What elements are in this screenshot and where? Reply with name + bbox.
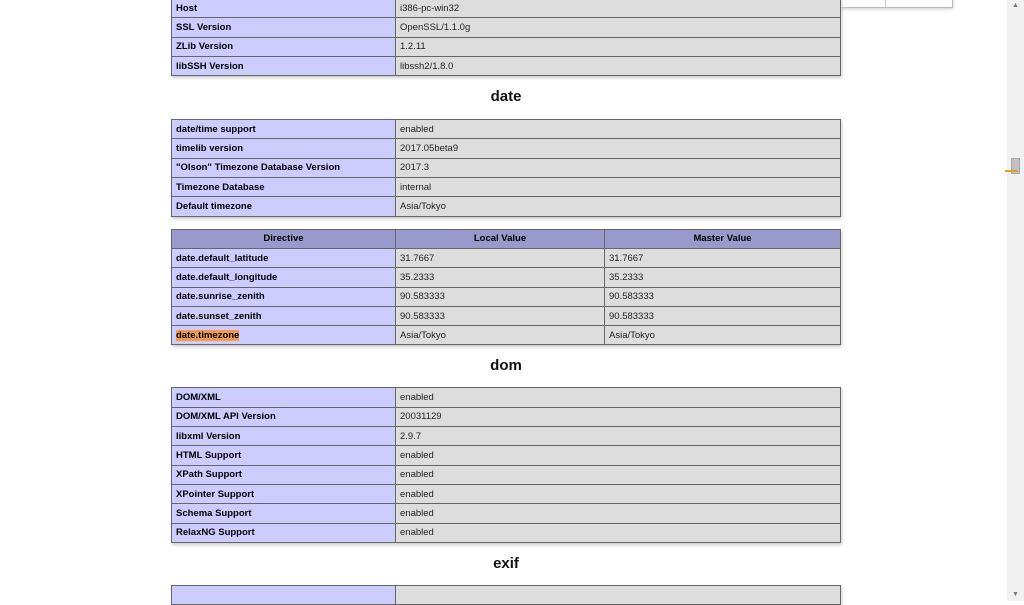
row-label: Schema Support [171, 503, 396, 524]
row-label: Host [171, 0, 396, 19]
table-row: Host i386-pc-win32 [171, 0, 841, 19]
directive-name-cell: date.timezone [171, 325, 396, 346]
table-row: DOM/XML API Version 20031129 [171, 406, 841, 428]
row-label: XPath Support [171, 464, 396, 485]
row-label: libxml Version [171, 426, 396, 447]
table-row: RelaxNG Support enabled [171, 522, 841, 543]
table-row: date/time support enabled [171, 119, 841, 140]
row-value: enabled [395, 119, 841, 140]
row-value: 2017.05beta9 [395, 138, 841, 159]
row-value [395, 584, 841, 605]
date-info-table: date/time support enabled timelib version… [171, 119, 841, 217]
table-row: XPointer Support enabled [171, 483, 841, 505]
directive-name: date.sunrise_zenith [171, 286, 396, 307]
date-directives-table: Directive Local Value Master Value date.… [171, 228, 841, 346]
find-result-marker [1005, 170, 1018, 172]
table-row: date.sunrise_zenith 90.583333 90.583333 [171, 286, 841, 307]
row-value: i386-pc-win32 [395, 0, 841, 19]
section-title-exif: exif [493, 554, 519, 572]
table-row: Timezone Database internal [171, 177, 841, 198]
row-label: Default timezone [171, 196, 396, 217]
table-row [171, 584, 841, 605]
table-header-row: Directive Local Value Master Value [171, 228, 841, 249]
dom-info-table: DOM/XML enabled DOM/XML API Version 200311… [171, 387, 841, 543]
master-value: 90.583333 [604, 305, 841, 327]
row-value: enabled [395, 522, 841, 543]
row-value: enabled [395, 445, 841, 466]
row-label: DOM/XML API Version [171, 406, 396, 428]
local-value: 90.583333 [395, 286, 605, 307]
section-title-dom: dom [490, 357, 522, 375]
master-value: Asia/Tokyo [604, 325, 841, 346]
row-label: SSL Version [171, 17, 396, 38]
master-value: 31.7667 [604, 247, 841, 269]
master-value: 90.583333 [604, 286, 841, 307]
table-row: libxml Version 2.9.7 [171, 426, 841, 447]
row-value: Asia/Tokyo [395, 196, 841, 217]
table-row: date.sunset_zenith 90.583333 90.583333 [171, 305, 841, 327]
search-match-highlight: date.timezone [176, 329, 240, 341]
row-label: date/time support [171, 119, 396, 140]
find-bar-separator [885, 0, 886, 7]
row-value: 1.2.11 [395, 36, 841, 57]
row-value: 2.9.7 [395, 426, 841, 447]
row-value: enabled [395, 464, 841, 485]
table-row: HTML Support enabled [171, 445, 841, 466]
row-label [171, 584, 396, 605]
row-value: enabled [395, 387, 841, 408]
table-row: XPath Support enabled [171, 464, 841, 485]
row-label: "Olson" Timezone Database Version [171, 157, 396, 179]
local-value: 35.2333 [395, 267, 605, 288]
scroll-up-arrow-icon[interactable]: ▲ [1007, 0, 1024, 12]
curl-info-table: Host i386-pc-win32 SSL Version OpenSSL/1.1… [171, 0, 841, 77]
row-value: libssh2/1.8.0 [395, 55, 841, 77]
row-label: RelaxNG Support [171, 522, 396, 543]
table-row: DOM/XML enabled [171, 387, 841, 408]
row-label: XPointer Support [171, 483, 396, 505]
row-label: timelib version [171, 138, 396, 159]
vertical-scrollbar[interactable]: ▲ ▼ [1005, 0, 1024, 601]
section-title-date: date [490, 88, 522, 106]
directive-name: date.sunset_zenith [171, 305, 396, 327]
table-row: SSL Version OpenSSL/1.1.0g [171, 17, 841, 38]
phpinfo-content: Host i386-pc-win32 SSL Version OpenSSL/1.1… [171, 0, 841, 605]
table-row: Default timezone Asia/Tokyo [171, 196, 841, 217]
table-row: date.default_longitude 35.2333 35.2333 [171, 267, 841, 288]
row-value: OpenSSL/1.1.0g [395, 17, 841, 38]
local-value: Asia/Tokyo [395, 325, 605, 346]
row-value: enabled [395, 483, 841, 505]
directive-name: date.default_longitude [171, 267, 396, 288]
header-master-value: Master Value [604, 228, 841, 249]
local-value: 31.7667 [395, 247, 605, 269]
exif-info-table [171, 584, 841, 605]
table-row: date.timezone Asia/Tokyo Asia/Tokyo [171, 325, 841, 346]
row-label: Timezone Database [171, 177, 396, 198]
table-row: ZLib Version 1.2.11 [171, 36, 841, 57]
row-value: enabled [395, 503, 841, 524]
row-label: ZLib Version [171, 36, 396, 57]
row-label: HTML Support [171, 445, 396, 466]
table-row: libSSH Version libssh2/1.8.0 [171, 55, 841, 77]
header-directive: Directive [171, 228, 396, 249]
row-value: 2017.3 [395, 157, 841, 179]
header-local-value: Local Value [395, 228, 605, 249]
row-label: DOM/XML [171, 387, 396, 408]
scroll-down-arrow-icon[interactable]: ▼ [1007, 589, 1024, 601]
table-row: "Olson" Timezone Database Version 2017.3 [171, 157, 841, 179]
master-value: 35.2333 [604, 267, 841, 288]
table-row: timelib version 2017.05beta9 [171, 138, 841, 159]
row-label: libSSH Version [171, 55, 396, 77]
table-row: date.default_latitude 31.7667 31.7667 [171, 247, 841, 269]
local-value: 90.583333 [395, 305, 605, 327]
table-row: Schema Support enabled [171, 503, 841, 524]
row-value: 20031129 [395, 406, 841, 428]
row-value: internal [395, 177, 841, 198]
directive-name: date.default_latitude [171, 247, 396, 269]
